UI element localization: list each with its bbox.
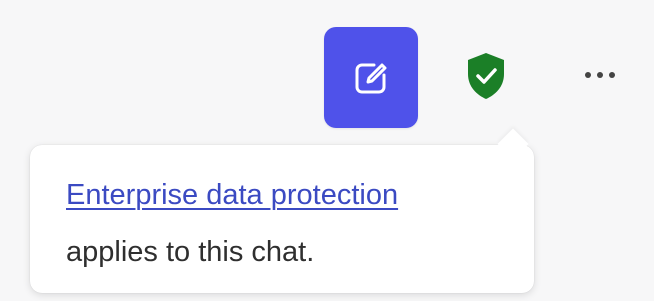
protection-tooltip: Enterprise data protection applies to th… bbox=[30, 128, 534, 293]
new-chat-button[interactable] bbox=[324, 27, 418, 128]
shield-check-icon bbox=[462, 50, 510, 102]
tooltip-content: Enterprise data protection applies to th… bbox=[66, 167, 514, 280]
compose-icon bbox=[350, 57, 392, 99]
more-horizontal-icon bbox=[585, 72, 591, 78]
app-window: Enterprise data protection applies to th… bbox=[0, 0, 654, 301]
more-horizontal-icon bbox=[609, 72, 615, 78]
top-toolbar bbox=[0, 0, 654, 160]
more-horizontal-icon bbox=[597, 72, 603, 78]
more-options-button[interactable] bbox=[575, 55, 625, 95]
enterprise-protection-badge[interactable] bbox=[462, 50, 510, 102]
tooltip-body-text: applies to this chat. bbox=[66, 235, 315, 268]
enterprise-data-protection-link[interactable]: Enterprise data protection bbox=[66, 167, 398, 224]
